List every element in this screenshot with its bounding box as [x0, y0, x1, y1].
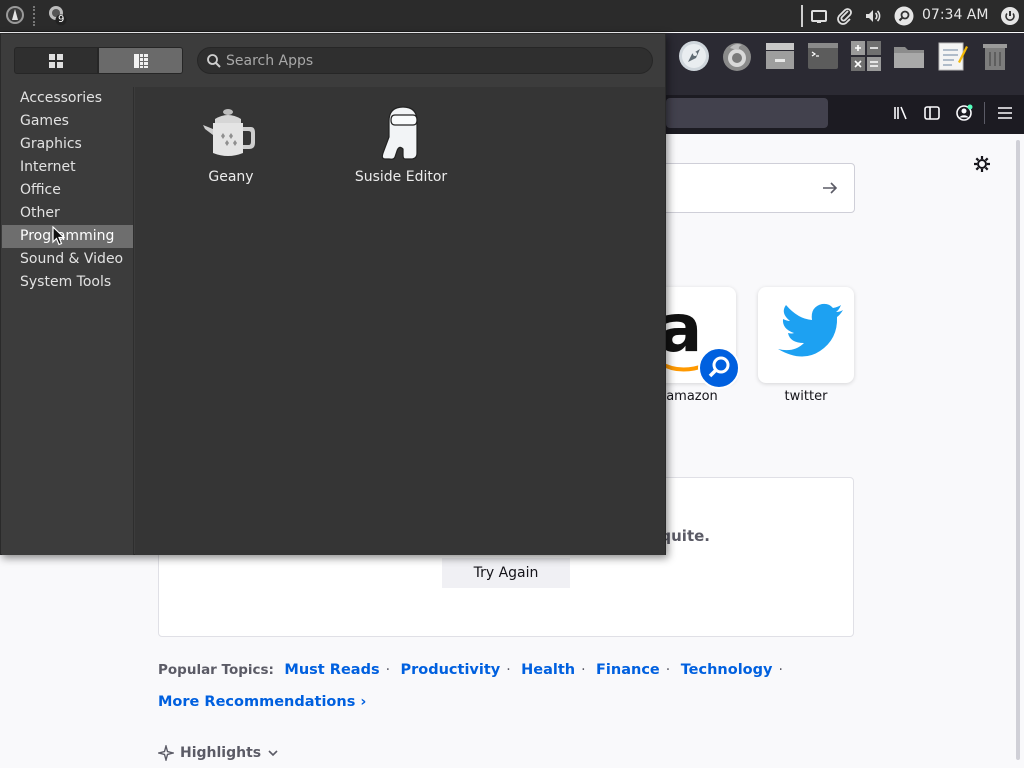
url-bar[interactable]: [666, 98, 828, 128]
folder-icon[interactable]: [892, 39, 926, 73]
topic-link-productivity[interactable]: Productivity: [400, 662, 500, 678]
top-panel: 9 07:34 AM: [0, 0, 1024, 32]
file-cabinet-icon[interactable]: [763, 39, 797, 73]
top-site-label: twitter: [784, 389, 828, 404]
topic-separator: ·: [506, 662, 511, 678]
grid-view-button[interactable]: [14, 47, 98, 74]
rocket-launcher-icon[interactable]: [677, 39, 711, 73]
try-again-button[interactable]: Try Again: [442, 558, 570, 588]
paperclip-icon[interactable]: [835, 6, 855, 26]
topic-separator: ·: [581, 662, 586, 678]
apps-grid: Geany Suside Editor: [135, 87, 665, 555]
teapot-icon: [203, 109, 255, 156]
scrollbar-thumb[interactable]: [1016, 140, 1020, 760]
volume-icon[interactable]: [863, 6, 883, 26]
notification-icon[interactable]: 9: [46, 4, 68, 26]
display-icon[interactable]: [809, 6, 829, 26]
search-apps-input[interactable]: [226, 49, 636, 73]
search-shortcut-badge-icon: [698, 347, 740, 389]
category-games[interactable]: Games: [2, 110, 133, 133]
highlights-label: Highlights: [180, 745, 262, 761]
trash-icon[interactable]: [978, 39, 1012, 73]
calculator-icon[interactable]: [849, 39, 883, 73]
hamburger-menu-icon[interactable]: [996, 104, 1014, 122]
clock[interactable]: 07:34 AM: [922, 7, 988, 23]
search-icon: [207, 54, 221, 68]
category-graphics[interactable]: Graphics: [2, 133, 133, 156]
sparkle-icon: [158, 745, 174, 761]
top-site-twitter[interactable]: [758, 287, 854, 383]
account-icon[interactable]: [955, 104, 973, 122]
gear-icon[interactable]: [971, 153, 993, 175]
tray-separator: [801, 5, 803, 27]
toolbar-separator: [984, 102, 985, 124]
category-list: Accessories Games Graphics Internet Offi…: [2, 87, 134, 555]
topic-link-must-reads[interactable]: Must Reads: [284, 662, 379, 678]
app-menu: Accessories Games Graphics Internet Offi…: [0, 33, 666, 555]
terminal-icon[interactable]: [806, 39, 840, 73]
library-icon[interactable]: [892, 104, 910, 122]
ghost-editor-icon: [381, 106, 418, 160]
chevron-down-icon: [268, 750, 278, 757]
app-suside-editor[interactable]: Suside Editor: [326, 101, 476, 201]
category-internet[interactable]: Internet: [2, 156, 133, 179]
menu-launcher-icon[interactable]: [4, 4, 26, 26]
category-system-tools[interactable]: System Tools: [2, 271, 133, 294]
twitter-bird-icon: [778, 303, 843, 357]
more-recommendations-link[interactable]: More Recommendations ›: [158, 694, 366, 710]
app-label-suside-editor: Suside Editor: [354, 169, 448, 185]
sidebar-icon[interactable]: [923, 104, 941, 122]
power-icon[interactable]: [1000, 6, 1020, 26]
category-sound-video[interactable]: Sound & Video: [2, 248, 133, 271]
category-accessories[interactable]: Accessories: [2, 87, 133, 110]
topic-link-finance[interactable]: Finance: [596, 662, 660, 678]
topic-link-health[interactable]: Health: [521, 662, 575, 678]
firefox-icon[interactable]: [720, 39, 754, 73]
popular-topics-label: Popular Topics:: [158, 662, 274, 678]
grid-icon: [49, 53, 63, 68]
topic-separator: ·: [778, 662, 783, 678]
list-grid-icon: [133, 53, 148, 68]
search-tray-icon[interactable]: [894, 6, 914, 26]
app-label-geany: Geany: [208, 169, 254, 185]
app-geany[interactable]: Geany: [156, 101, 306, 201]
highlights-header[interactable]: Highlights: [158, 745, 279, 761]
arrow-right-icon[interactable]: [820, 178, 840, 198]
category-programming[interactable]: Programming: [2, 225, 133, 248]
text-editor-icon[interactable]: [935, 39, 969, 73]
category-other[interactable]: Other: [2, 202, 133, 225]
panel-separator: [33, 6, 35, 26]
topic-link-technology[interactable]: Technology: [681, 662, 773, 678]
topic-separator: ·: [385, 662, 391, 678]
category-view-button[interactable]: [98, 47, 183, 74]
notification-count: 9: [58, 14, 65, 25]
popular-topics: Popular Topics: Must Reads · Productivity…: [158, 662, 789, 678]
mouse-cursor-icon: [52, 226, 66, 246]
search-apps-field[interactable]: [197, 47, 653, 74]
category-office[interactable]: Office: [2, 179, 133, 202]
topic-separator: ·: [665, 662, 671, 678]
